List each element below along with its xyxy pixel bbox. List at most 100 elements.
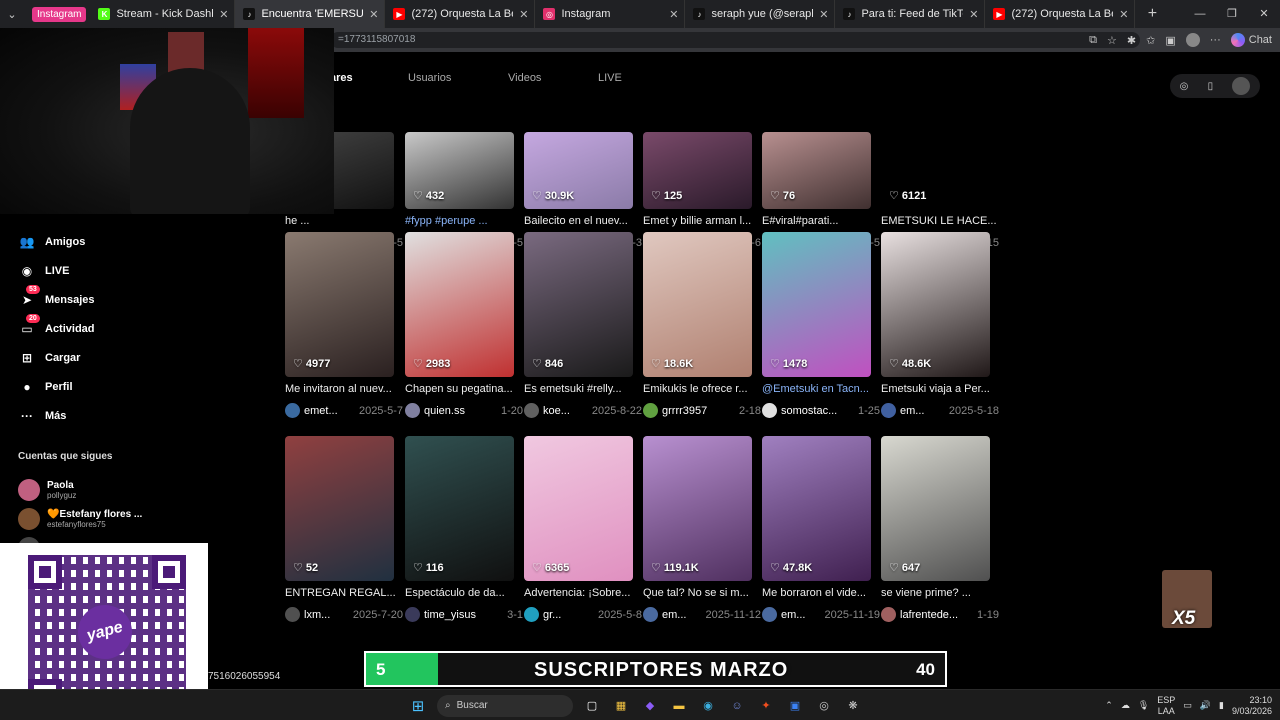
- video-caption[interactable]: Chapen su pegatina...: [405, 383, 523, 395]
- copilot-chat-button[interactable]: Chat: [1230, 33, 1272, 47]
- video-caption[interactable]: @Emetsuki en Tacn...: [762, 383, 880, 395]
- author-avatar[interactable]: [762, 403, 777, 418]
- video-thumbnail[interactable]: ♡ 47.8K: [762, 436, 871, 581]
- url-field[interactable]: =1773115807018: [330, 32, 1140, 48]
- discord-icon[interactable]: ☺: [727, 696, 747, 716]
- video-card[interactable]: ♡ 2983 Chapen su pegatina... quien.ss 1-20: [405, 232, 523, 418]
- video-thumbnail[interactable]: ♡ 6365: [524, 436, 633, 581]
- author-name[interactable]: em...: [662, 609, 702, 621]
- volume-icon[interactable]: 🔊: [1200, 700, 1211, 711]
- author-name[interactable]: somostac...: [781, 405, 854, 417]
- figma-icon[interactable]: ✦: [756, 696, 776, 716]
- video-card[interactable]: ♡ 119.1K Que tal? No se si m... em... 2025-1…: [643, 436, 761, 622]
- close-tab-icon[interactable]: ✕: [1119, 8, 1128, 21]
- video-thumbnail[interactable]: ♡ 4977: [285, 232, 394, 377]
- video-thumbnail[interactable]: ♡ 6121: [881, 132, 990, 209]
- video-card[interactable]: ♡6121EMETSUKI LE HACE...cli...2025-10-15: [881, 64, 999, 250]
- video-caption[interactable]: he ...: [285, 215, 403, 227]
- video-card[interactable]: ♡ 1478 @Emetsuki en Tacn... somostac... 1-25: [762, 232, 880, 418]
- tab-search-icon[interactable]: ⌄: [0, 0, 24, 28]
- author-name[interactable]: em...: [781, 609, 821, 621]
- clock[interactable]: 23:10 9/03/2026: [1232, 695, 1272, 717]
- video-caption[interactable]: Emet y billie arman l...: [643, 215, 761, 227]
- author-name[interactable]: quien.ss: [424, 405, 497, 417]
- video-caption[interactable]: EMETSUKI LE HACE...: [881, 215, 999, 227]
- video-thumbnail[interactable]: ♡ 18.6K: [643, 232, 752, 377]
- language-indicator[interactable]: ESP LAA: [1157, 695, 1175, 717]
- close-tab-icon[interactable]: ✕: [219, 8, 228, 21]
- video-card[interactable]: ♡ 647 se viene prime? ... lafrentede... 1-19: [881, 436, 999, 622]
- store-icon[interactable]: ▦: [611, 696, 631, 716]
- author-avatar[interactable]: [524, 607, 539, 622]
- user-avatar[interactable]: [1232, 77, 1251, 95]
- sidebar-item-perfil[interactable]: ● Perfil: [0, 372, 150, 401]
- video-card[interactable]: ♡432#fypp #perupe ...daniela.clip...2-5: [405, 64, 523, 250]
- close-tab-icon[interactable]: ✕: [369, 8, 378, 21]
- video-caption[interactable]: Bailecito en el nuev...: [524, 215, 642, 227]
- author-name[interactable]: gr...: [543, 609, 594, 621]
- obs-icon[interactable]: ◎: [814, 696, 834, 716]
- author-avatar[interactable]: [881, 607, 896, 622]
- browser-tab[interactable]: ◎ Instagram ✕: [535, 0, 686, 28]
- author-avatar[interactable]: [285, 607, 300, 622]
- video-card[interactable]: ♡ 4977 Me invitaron al nuev... emet... 2025-…: [285, 232, 403, 418]
- author-name[interactable]: grrrr3957: [662, 405, 735, 417]
- video-thumbnail[interactable]: ♡ 30.9K: [524, 132, 633, 209]
- video-card[interactable]: ♡ 846 Es emetsuki #relly... koe... 2025-8-22: [524, 232, 642, 418]
- video-card[interactable]: ♡ 52 ENTREGAN REGAL... lxm... 2025-7-20: [285, 436, 403, 622]
- task-view-icon[interactable]: ▢: [582, 696, 602, 716]
- following-account[interactable]: 🧡Estefany flores ... estefanyflores75: [18, 508, 142, 530]
- video-card[interactable]: ♡ 48.6K Emetsuki viaja a Per... em... 2025-5…: [881, 232, 999, 418]
- collections-icon[interactable]: ▣: [1165, 34, 1175, 47]
- windows-start-icon[interactable]: ⊞: [408, 696, 428, 716]
- browser-tab[interactable]: ▶ (272) Orquesta La Bella Luz - Ad ✕: [985, 0, 1136, 28]
- video-caption[interactable]: Advertencia: ¡Sobre...: [524, 587, 642, 599]
- favorites-icon[interactable]: ✩: [1146, 34, 1155, 47]
- browser-tab[interactable]: ▶ (272) Orquesta La Bella Luz - M ✕: [385, 0, 536, 28]
- sidebar-item-amigos[interactable]: 👥 Amigos: [0, 227, 150, 256]
- video-thumbnail[interactable]: ♡ 48.6K: [881, 232, 990, 377]
- video-thumbnail[interactable]: ♡ 1478: [762, 232, 871, 377]
- video-thumbnail[interactable]: ♡ 432: [405, 132, 514, 209]
- open-in-app-icon[interactable]: ⧉: [1089, 34, 1097, 47]
- video-card[interactable]: ♡ 116 Espectáculo de da... time_yisus 3-1: [405, 436, 523, 622]
- more-options-icon[interactable]: ···: [1210, 34, 1221, 46]
- mic-icon[interactable]: 🎙: [1138, 700, 1149, 711]
- mobile-app-icon[interactable]: ▯: [1208, 81, 1214, 92]
- author-avatar[interactable]: [285, 403, 300, 418]
- video-card[interactable]: ♡ 18.6K Emikukis le ofrece r... grrrr3957 2-…: [643, 232, 761, 418]
- network-icon[interactable]: ▭: [1183, 700, 1192, 711]
- video-card[interactable]: ♡ 47.8K Me borraron el vide... em... 2025-11…: [762, 436, 880, 622]
- author-avatar[interactable]: [643, 607, 658, 622]
- copilot-app-icon[interactable]: ◆: [640, 696, 660, 716]
- video-caption[interactable]: ENTREGAN REGAL...: [285, 587, 403, 599]
- profile-avatar[interactable]: [1185, 33, 1200, 47]
- video-thumbnail[interactable]: ♡ 846: [524, 232, 633, 377]
- video-caption[interactable]: Me borraron el vide...: [762, 587, 880, 599]
- taskbar-search[interactable]: ⌕ Buscar: [437, 694, 573, 717]
- video-caption[interactable]: Es emetsuki #relly...: [524, 383, 642, 395]
- video-thumbnail[interactable]: ♡ 2983: [405, 232, 514, 377]
- sidebar-item-actividad[interactable]: ▭ 20 Actividad: [0, 314, 150, 343]
- browser-tab[interactable]: ♪ seraph yue (@seraph.yue) e ✕: [685, 0, 836, 28]
- video-caption[interactable]: Me invitaron al nuev...: [285, 383, 403, 395]
- remote-desktop-icon[interactable]: ▣: [785, 696, 805, 716]
- onedrive-icon[interactable]: ☁: [1121, 700, 1130, 711]
- video-card[interactable]: ♡125Emet y billie arman l...lobb...2025-…: [643, 64, 761, 250]
- author-avatar[interactable]: [881, 403, 896, 418]
- close-tab-icon[interactable]: ✕: [819, 8, 828, 21]
- browser-tab[interactable]: ♪ Para ti: Feed de TikTok LIVE ✕: [835, 0, 986, 28]
- author-name[interactable]: emet...: [304, 405, 355, 417]
- author-name[interactable]: koe...: [543, 405, 588, 417]
- author-avatar[interactable]: [762, 607, 777, 622]
- video-caption[interactable]: Espectáculo de da...: [405, 587, 523, 599]
- close-tab-icon[interactable]: ✕: [669, 8, 678, 21]
- video-card[interactable]: ♡76E#viral#parati...fandediealis2-5: [762, 64, 880, 250]
- browser-tab[interactable]: K Stream - Kick Dashboard ✕: [90, 0, 236, 28]
- file-explorer-icon[interactable]: ▬: [669, 696, 689, 716]
- author-avatar[interactable]: [643, 403, 658, 418]
- video-caption[interactable]: se viene prime? ...: [881, 587, 999, 599]
- video-caption[interactable]: Emetsuki viaja a Per...: [881, 383, 999, 395]
- chatgpt-icon[interactable]: ❋: [843, 696, 863, 716]
- extensions-icon[interactable]: ✱: [1127, 34, 1136, 47]
